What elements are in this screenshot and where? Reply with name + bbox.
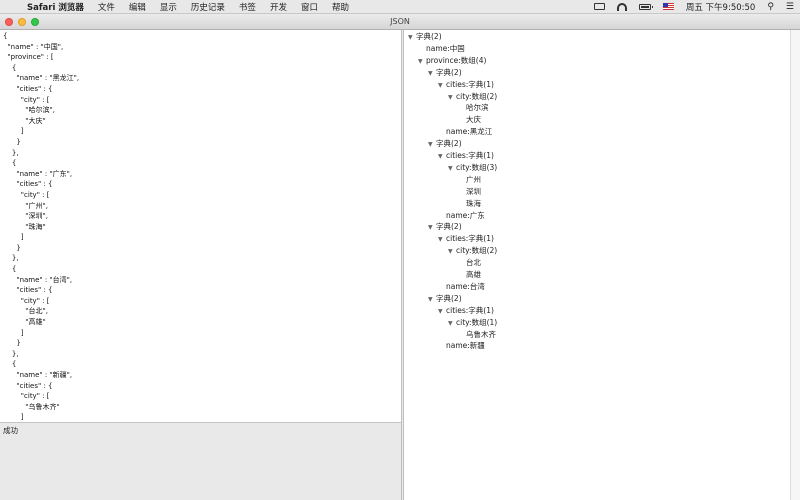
tree-row-label: 字典(2) <box>436 139 462 149</box>
tree-row-label: province:数组(4) <box>426 55 487 65</box>
tree-row-label: 字典(2) <box>436 67 462 77</box>
disclosure-triangle-icon[interactable]: ▼ <box>448 246 456 258</box>
tree-row[interactable]: ▼ 字典(2) <box>428 221 462 233</box>
tree-row[interactable]: 哈尔滨 <box>458 102 489 114</box>
disclosure-triangle-icon[interactable]: ▼ <box>438 80 446 92</box>
menu-develop[interactable]: 开发 <box>263 1 294 13</box>
tree-row-label: cities:字典(1) <box>446 151 494 160</box>
tree-row-label: 珠海 <box>466 198 481 208</box>
tree-row-label: name:黑龙江 <box>446 127 493 137</box>
tree-row-label: name:广东 <box>446 210 485 220</box>
zoom-window-button[interactable] <box>31 17 39 26</box>
notification-center-icon[interactable]: ☰ <box>780 0 800 14</box>
tree-row-label: 字典(2) <box>436 293 462 303</box>
tree-row-label: 哈尔滨 <box>466 103 489 113</box>
tree-row-label: 广州 <box>466 174 481 184</box>
tree-row[interactable]: name:广东 <box>438 210 485 222</box>
json-text-editor[interactable]: { "name" : "中国", "province" : [ { "name"… <box>0 30 402 422</box>
menu-help[interactable]: 帮助 <box>325 1 356 13</box>
tree-row[interactable]: ▼ city:数组(2) <box>448 245 497 257</box>
window-titlebar: JSON <box>0 14 800 30</box>
tree-row-label: name:台湾 <box>446 281 485 291</box>
status-message: 成功 <box>3 426 18 435</box>
tree-row[interactable]: name:台湾 <box>438 281 485 293</box>
menu-file[interactable]: 文件 <box>91 1 122 13</box>
disclosure-triangle-icon[interactable]: ▼ <box>428 222 436 234</box>
disclosure-triangle-icon[interactable]: ▼ <box>428 68 436 80</box>
tree-row[interactable]: ▼ city:数组(2) <box>448 91 497 103</box>
display-status-icon[interactable] <box>588 0 611 14</box>
menu-edit[interactable]: 编辑 <box>122 1 153 13</box>
tree-row[interactable]: 珠海 <box>458 198 481 210</box>
tree-row[interactable]: name:中国 <box>418 43 465 55</box>
tree-row[interactable]: ▼ 字典(2) <box>428 138 462 150</box>
tree-row-label: name:新疆 <box>446 341 485 351</box>
disclosure-triangle-icon[interactable]: ▼ <box>438 306 446 318</box>
tree-row[interactable]: 台北 <box>458 257 481 269</box>
tree-row-label: city:数组(3) <box>456 162 498 172</box>
tree-row[interactable]: ▼ cities:字典(1) <box>438 79 494 91</box>
tree-row-label: 大庆 <box>466 115 481 125</box>
menubar-clock[interactable]: 周五 下午9:50:50 <box>680 0 761 14</box>
tree-row-label: city:数组(2) <box>456 246 498 256</box>
tree-row-label: 台北 <box>466 258 481 268</box>
tree-row[interactable]: ▼ city:数组(3) <box>448 162 497 174</box>
tree-row-label: 字典(2) <box>436 222 462 232</box>
tree-row[interactable]: ▼ province:数组(4) <box>418 55 486 67</box>
minimize-window-button[interactable] <box>18 17 26 26</box>
tree-row-label: city:数组(2) <box>456 91 498 101</box>
disclosure-triangle-icon[interactable]: ▼ <box>428 139 436 151</box>
tree-row[interactable]: 广州 <box>458 174 481 186</box>
spotlight-search-icon[interactable]: ⚲ <box>761 0 780 14</box>
input-source-flag-icon[interactable] <box>657 0 680 14</box>
tree-scrollbar[interactable] <box>790 30 800 500</box>
tree-row[interactable]: name:黑龙江 <box>438 126 492 138</box>
tree-row[interactable]: name:新疆 <box>438 340 485 352</box>
disclosure-triangle-icon[interactable]: ▼ <box>408 32 416 44</box>
tree-row-label: 深圳 <box>466 186 481 196</box>
status-panel: 成功 <box>0 422 402 500</box>
disclosure-triangle-icon[interactable]: ▼ <box>438 151 446 163</box>
close-window-button[interactable] <box>5 17 13 26</box>
disclosure-triangle-icon[interactable]: ▼ <box>448 163 456 175</box>
tree-row[interactable]: 深圳 <box>458 186 481 198</box>
tree-row[interactable]: ▼ city:数组(1) <box>448 317 497 329</box>
tree-row-label: name:中国 <box>426 43 465 53</box>
wifi-icon[interactable] <box>611 0 633 14</box>
disclosure-triangle-icon[interactable]: ▼ <box>448 318 456 330</box>
tree-row[interactable]: ▼ 字典(2) <box>428 67 462 79</box>
tree-row[interactable]: ▼ 字典(2) <box>408 31 442 43</box>
json-text-content[interactable]: { "name" : "中国", "province" : [ { "name"… <box>0 30 401 422</box>
disclosure-triangle-icon[interactable]: ▼ <box>418 56 426 68</box>
tree-row[interactable]: ▼ cities:字典(1) <box>438 305 494 317</box>
tree-row-label: 乌鲁木齐 <box>466 329 496 339</box>
menu-window[interactable]: 窗口 <box>294 1 325 13</box>
tree-row-label: city:数组(1) <box>456 317 498 327</box>
disclosure-triangle-icon[interactable]: ▼ <box>448 92 456 104</box>
battery-icon[interactable] <box>633 0 657 14</box>
disclosure-triangle-icon[interactable]: ▼ <box>428 294 436 306</box>
tree-row[interactable]: 乌鲁木齐 <box>458 329 496 341</box>
tree-row[interactable]: ▼ 字典(2) <box>428 293 462 305</box>
tree-row-label: cities:字典(1) <box>446 234 494 244</box>
disclosure-triangle-icon[interactable]: ▼ <box>438 234 446 246</box>
tree-row-label: 字典(2) <box>416 32 442 41</box>
tree-row-label: cities:字典(1) <box>446 79 494 89</box>
tree-row[interactable]: ▼ cities:字典(1) <box>438 150 494 162</box>
menu-view[interactable]: 显示 <box>153 1 184 13</box>
menu-bar: Safari 浏览器 文件 编辑 显示 历史记录 书签 开发 窗口 帮助 周五 … <box>0 0 800 14</box>
menu-bookmarks[interactable]: 书签 <box>232 1 263 13</box>
window-title: JSON <box>390 17 410 26</box>
tree-row-label: cities:字典(1) <box>446 305 494 315</box>
tree-row-label: 高雄 <box>466 270 481 279</box>
menu-history[interactable]: 历史记录 <box>184 1 232 13</box>
tree-row[interactable]: ▼ cities:字典(1) <box>438 233 494 245</box>
tree-row[interactable]: 高雄 <box>458 269 481 281</box>
tree-row[interactable]: 大庆 <box>458 114 481 126</box>
menu-safari[interactable]: Safari 浏览器 <box>20 1 91 13</box>
json-tree-view[interactable]: ▼ 字典(2) name:中国 ▼ province:数组(4) ▼ 字典(2) ▼ citie… <box>403 30 790 500</box>
